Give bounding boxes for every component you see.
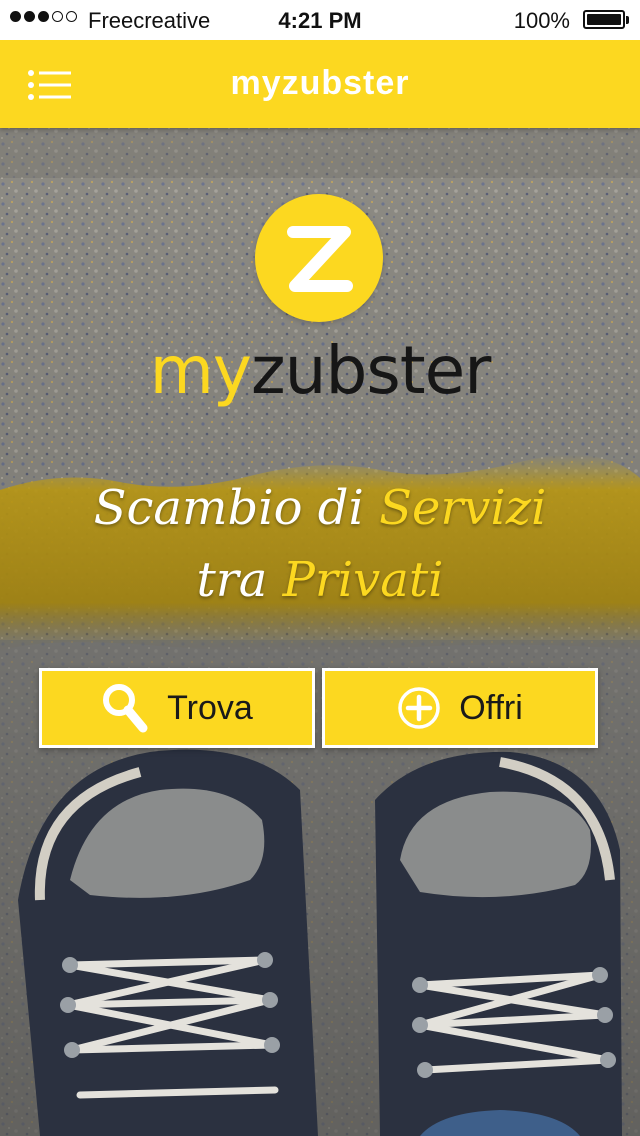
- z-logo-icon: [287, 226, 353, 292]
- wordmark-my: my: [149, 332, 252, 409]
- app-title: myzubster: [230, 64, 410, 102]
- tagline-text: Scambio di: [93, 480, 380, 536]
- status-bar: Freecreative 4:21 PM 100%: [0, 0, 640, 40]
- signal-strength-icon: [10, 11, 77, 22]
- tagline-text: tra: [196, 552, 283, 608]
- menu-button[interactable]: [26, 68, 74, 102]
- find-button-label: Trova: [167, 688, 253, 727]
- battery-icon: [583, 10, 629, 29]
- tagline-highlight: Servizi: [379, 480, 547, 536]
- logo-badge: [255, 194, 383, 322]
- offer-button-label: Offri: [459, 688, 523, 727]
- plus-circle-icon: [398, 687, 440, 729]
- list-menu-icon: [28, 70, 71, 100]
- find-button[interactable]: Trova: [39, 668, 315, 748]
- search-icon: [103, 684, 148, 733]
- tagline-highlight: Privati: [282, 552, 444, 608]
- wordmark-zubster: zubster: [250, 332, 491, 409]
- battery-percentage: 100%: [513, 8, 570, 33]
- tagline-line-1: Scambio di Servizi: [0, 480, 640, 536]
- logo-wordmark: myzubster: [0, 332, 640, 409]
- navigation-bar: myzubster: [0, 40, 640, 128]
- offer-button[interactable]: Offri: [322, 668, 598, 748]
- tagline-line-2: tra Privati: [0, 552, 640, 608]
- carrier-name: Freecreative: [88, 8, 211, 33]
- app-screen: Freecreative 4:21 PM 100% myzubster myzu…: [0, 0, 640, 1136]
